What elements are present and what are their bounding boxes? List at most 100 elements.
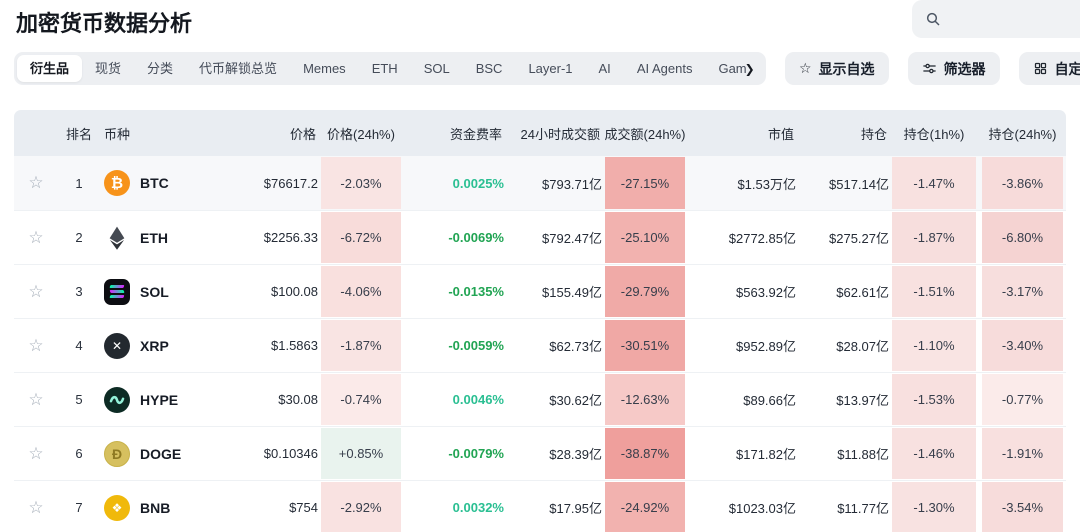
filter-button[interactable]: 筛选器 bbox=[908, 52, 1000, 85]
favorite-star-icon[interactable]: ☆ bbox=[28, 336, 43, 356]
table-header-row: 排名 币种 价格 价格(24h%) 资金费率 24小时成交额 成交额(24h%)… bbox=[14, 110, 1066, 156]
marketcap-value: $2772.85亿 bbox=[688, 211, 796, 264]
funding-rate-value: -0.0059% bbox=[404, 319, 504, 372]
oi-1h-value: -1.30% bbox=[892, 482, 976, 532]
header-oi-24h[interactable]: 持仓(24h%) bbox=[979, 124, 1066, 143]
favorite-star-icon[interactable]: ☆ bbox=[28, 444, 43, 464]
coin-cell[interactable]: SOL bbox=[100, 265, 245, 318]
search-input[interactable] bbox=[912, 0, 1080, 38]
price-change-cell: -4.06% bbox=[318, 265, 404, 318]
favorite-star-icon[interactable]: ☆ bbox=[28, 498, 43, 518]
xrp-coin-icon: ✕ bbox=[104, 333, 130, 359]
openinterest-value: $62.61亿 bbox=[796, 265, 889, 318]
coin-cell[interactable]: ETH bbox=[100, 211, 245, 264]
table-row-bnb[interactable]: ☆ 7 ❖ BNB $754 -2.92% 0.0032% $17.95亿 -2… bbox=[14, 480, 1066, 532]
price-change-value: -1.87% bbox=[321, 320, 401, 371]
table-row-xrp[interactable]: ☆ 4 ✕ XRP $1.5863 -1.87% -0.0059% $62.73… bbox=[14, 318, 1066, 372]
oi-24h-value: -0.77% bbox=[982, 374, 1063, 425]
favorite-star-icon[interactable]: ☆ bbox=[28, 228, 43, 248]
coin-cell[interactable]: HYPE bbox=[100, 373, 245, 426]
funding-rate-value: 0.0025% bbox=[404, 156, 504, 210]
customize-button[interactable]: 自定义 bbox=[1019, 52, 1080, 85]
oi-1h-cell: -1.46% bbox=[889, 427, 979, 480]
coin-symbol: SOL bbox=[140, 284, 169, 300]
oi-24h-cell: -6.80% bbox=[979, 211, 1066, 264]
table-row-doge[interactable]: ☆ 6 Ð DOGE $0.10346 +0.85% -0.0079% $28.… bbox=[14, 426, 1066, 480]
sol-coin-icon bbox=[104, 279, 130, 305]
tab-sol[interactable]: SOL bbox=[411, 55, 463, 82]
tab-memes[interactable]: Memes bbox=[290, 55, 359, 82]
marketcap-value: $952.89亿 bbox=[688, 319, 796, 372]
tab-eth[interactable]: ETH bbox=[359, 55, 411, 82]
coin-cell[interactable]: Ð DOGE bbox=[100, 427, 245, 480]
header-coin[interactable]: 币种 bbox=[100, 124, 245, 143]
show-watchlist-label: 显示自选 bbox=[819, 59, 875, 79]
tab-bsc[interactable]: BSC bbox=[463, 55, 516, 82]
header-volume-24h[interactable]: 24小时成交额 bbox=[504, 124, 602, 143]
table-row-hype[interactable]: ☆ 5 HYPE $30.08 -0.74% 0.0046% $30.62亿 -… bbox=[14, 372, 1066, 426]
tab-layer1[interactable]: Layer-1 bbox=[515, 55, 585, 82]
coin-symbol: XRP bbox=[140, 338, 169, 354]
coin-cell[interactable]: ❖ BNB bbox=[100, 481, 245, 532]
coin-symbol: BNB bbox=[140, 500, 170, 516]
table-row-sol[interactable]: ☆ 3 SOL $100.08 -4.06% -0.0135% $155.49亿… bbox=[14, 264, 1066, 318]
filter-label: 筛选器 bbox=[944, 59, 986, 79]
coin-symbol: DOGE bbox=[140, 446, 181, 462]
oi-24h-value: -3.17% bbox=[982, 266, 1063, 317]
btc-coin-icon: ₿ bbox=[104, 170, 130, 196]
marketcap-value: $563.92亿 bbox=[688, 265, 796, 318]
oi-1h-value: -1.51% bbox=[892, 266, 976, 317]
volume-change-cell: -29.79% bbox=[602, 265, 688, 318]
oi-1h-value: -1.46% bbox=[892, 428, 976, 479]
funding-rate-value: -0.0079% bbox=[404, 427, 504, 480]
rank-value: 6 bbox=[58, 427, 100, 480]
marketcap-value: $1023.03亿 bbox=[688, 481, 796, 532]
oi-24h-value: -3.54% bbox=[982, 482, 1063, 532]
header-volchg-24h[interactable]: 成交额(24h%) bbox=[602, 124, 688, 143]
price-change-cell: -1.87% bbox=[318, 319, 404, 372]
table-row-eth[interactable]: ☆ 2 ETH $2256.33 -6.72% -0.0069% $792.47… bbox=[14, 210, 1066, 264]
openinterest-value: $275.27亿 bbox=[796, 211, 889, 264]
rank-value: 3 bbox=[58, 265, 100, 318]
favorite-star-icon[interactable]: ☆ bbox=[28, 282, 43, 302]
table-row-btc[interactable]: ☆ 1 ₿ BTC $76617.2 -2.03% 0.0025% $793.7… bbox=[14, 156, 1066, 210]
price-change-value: -2.92% bbox=[321, 482, 401, 532]
tab-ai-agents[interactable]: AI Agents bbox=[624, 55, 706, 82]
tab-categories[interactable]: 分类 bbox=[134, 55, 186, 82]
show-watchlist-button[interactable]: ☆ 显示自选 bbox=[785, 52, 889, 85]
oi-24h-cell: -3.40% bbox=[979, 319, 1066, 372]
oi-24h-cell: -3.54% bbox=[979, 481, 1066, 532]
header-marketcap[interactable]: 市值 bbox=[688, 124, 796, 143]
oi-1h-cell: -1.10% bbox=[889, 319, 979, 372]
coin-cell[interactable]: ₿ BTC bbox=[100, 156, 245, 210]
category-tabs: 衍生品 现货 分类 代币解锁总览 Memes ETH SOL BSC Layer… bbox=[14, 52, 766, 85]
header-oi-1h[interactable]: 持仓(1h%) bbox=[889, 124, 979, 143]
oi-1h-value: -1.47% bbox=[892, 157, 976, 209]
coin-cell[interactable]: ✕ XRP bbox=[100, 319, 245, 372]
rank-value: 1 bbox=[58, 156, 100, 210]
price-change-cell: +0.85% bbox=[318, 427, 404, 480]
oi-1h-cell: -1.87% bbox=[889, 211, 979, 264]
coin-symbol: HYPE bbox=[140, 392, 178, 408]
header-price-24h[interactable]: 价格(24h%) bbox=[318, 124, 404, 143]
tabs-overflow-chevron-icon[interactable]: ❯ bbox=[745, 62, 755, 76]
header-price[interactable]: 价格 bbox=[245, 124, 318, 143]
header-openinterest[interactable]: 持仓 bbox=[796, 124, 889, 143]
tab-gaming-truncated[interactable]: Gam bbox=[705, 55, 748, 82]
volume-change-value: -30.51% bbox=[605, 320, 685, 371]
favorite-star-icon[interactable]: ☆ bbox=[28, 390, 43, 410]
marketcap-value: $89.66亿 bbox=[688, 373, 796, 426]
tab-token-unlocks[interactable]: 代币解锁总览 bbox=[186, 55, 290, 82]
header-funding[interactable]: 资金费率 bbox=[404, 124, 504, 143]
volume-value: $792.47亿 bbox=[504, 211, 602, 264]
oi-1h-cell: -1.47% bbox=[889, 156, 979, 210]
tab-spot[interactable]: 现货 bbox=[82, 55, 134, 82]
oi-24h-cell: -1.91% bbox=[979, 427, 1066, 480]
tab-derivatives[interactable]: 衍生品 bbox=[17, 55, 82, 82]
openinterest-value: $28.07亿 bbox=[796, 319, 889, 372]
openinterest-value: $13.97亿 bbox=[796, 373, 889, 426]
header-rank[interactable]: 排名 bbox=[58, 124, 100, 143]
oi-24h-value: -3.40% bbox=[982, 320, 1063, 371]
favorite-star-icon[interactable]: ☆ bbox=[28, 173, 43, 193]
tab-ai[interactable]: AI bbox=[586, 55, 624, 82]
